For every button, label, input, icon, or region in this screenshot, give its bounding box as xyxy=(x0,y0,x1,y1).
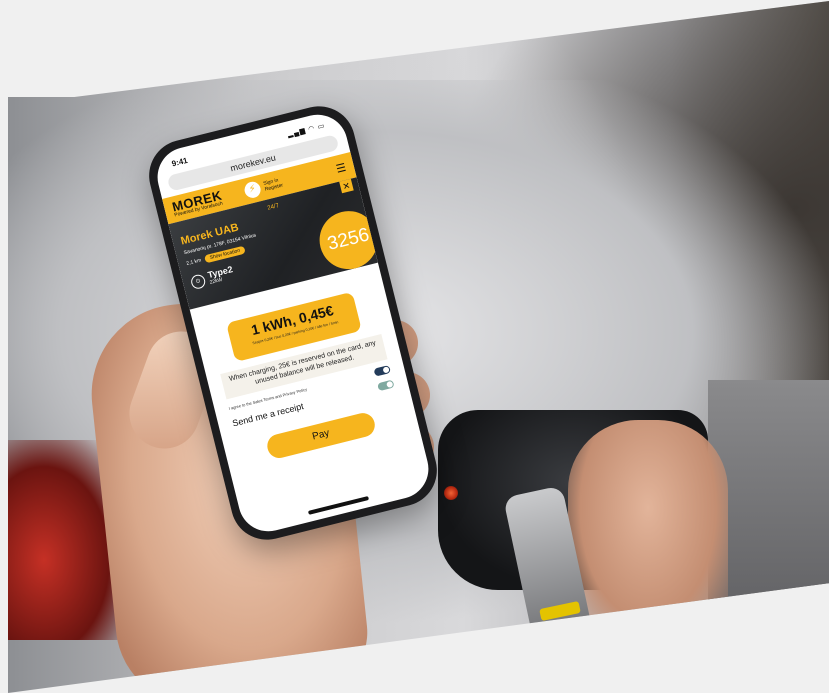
right-hand xyxy=(568,420,728,640)
lightning-icon: ⚡ xyxy=(242,180,263,200)
signal-wifi-battery-icon: ▂▄▆ ◠ ▭ xyxy=(286,122,327,139)
plug-icon: ⊙ xyxy=(189,272,207,290)
receipt-toggle[interactable] xyxy=(377,379,395,391)
pay-button[interactable]: Pay xyxy=(264,410,378,461)
home-indicator xyxy=(307,495,370,515)
status-time: 9:41 xyxy=(170,155,189,168)
close-icon[interactable]: ✕ xyxy=(339,178,354,194)
distance: 2,1 km xyxy=(185,257,202,267)
menu-icon[interactable]: ☰ xyxy=(335,161,347,176)
terms-toggle[interactable] xyxy=(373,364,391,377)
sign-in-register-link[interactable]: Sign in Register xyxy=(263,177,284,192)
port-indicator-light xyxy=(444,486,458,500)
photo: 9:41 ▂▄▆ ◠ ▭ morekev.eu MOREK Powered by… xyxy=(8,0,829,693)
